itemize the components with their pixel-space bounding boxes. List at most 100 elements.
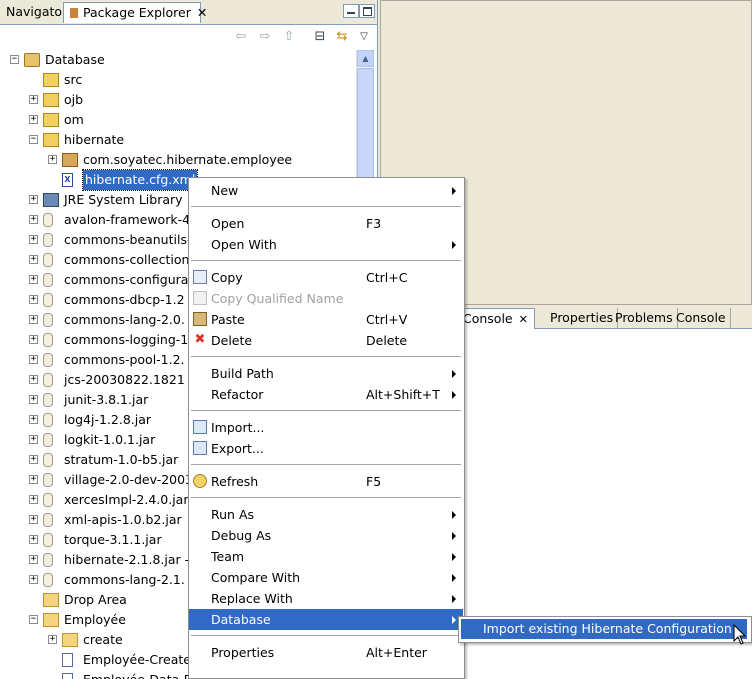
expand-icon[interactable]: + <box>29 95 38 104</box>
tree-item-label: om <box>64 112 84 127</box>
menu-item-run-as[interactable]: Run As <box>189 504 463 525</box>
close-icon[interactable]: ✕ <box>519 313 528 326</box>
menu-item-delete[interactable]: ✖ Delete Delete <box>189 330 463 351</box>
menu-item-properties[interactable]: Properties Alt+Enter <box>189 642 463 663</box>
menu-separator <box>191 497 461 498</box>
tree-item[interactable]: − hibernate <box>0 130 356 150</box>
jar-icon <box>43 273 53 287</box>
expand-icon[interactable]: + <box>29 395 38 404</box>
close-icon[interactable]: ✕ <box>197 3 207 23</box>
link-with-editor-icon[interactable]: ⇆ <box>334 29 350 45</box>
expand-icon[interactable]: + <box>29 315 38 324</box>
collapse-icon[interactable]: − <box>10 55 19 64</box>
submenu-arrow-icon <box>452 370 456 378</box>
menu-item-label: Open <box>211 216 245 231</box>
jar-icon <box>43 233 53 247</box>
menu-item-label: Debug As <box>211 528 272 543</box>
menu-item-paste[interactable]: Paste Ctrl+V <box>189 309 463 330</box>
tree-item-label: commons-dbcp-1.2 <box>64 292 185 307</box>
tree-item-label: src <box>64 72 83 87</box>
expand-icon[interactable]: + <box>29 555 38 564</box>
menu-item-open-with[interactable]: Open With <box>189 234 463 255</box>
collapse-all-icon[interactable]: ⊟ <box>312 29 328 45</box>
expand-icon[interactable]: + <box>29 435 38 444</box>
maximize-icon[interactable] <box>359 4 375 18</box>
expand-icon[interactable]: + <box>29 255 38 264</box>
import-hibernate-config-item[interactable]: Import existing Hibernate Configuration <box>461 619 747 639</box>
expand-icon[interactable]: + <box>29 195 38 204</box>
expand-icon[interactable]: + <box>29 215 38 224</box>
up-icon[interactable]: ⇧ <box>281 29 297 45</box>
menu-item-label: Team <box>211 549 245 564</box>
menu-item-label: Database <box>211 612 271 627</box>
menu-item-export[interactable]: Export... <box>189 438 463 459</box>
menu-item-accelerator: F5 <box>366 474 382 489</box>
collapse-icon[interactable]: − <box>29 615 38 624</box>
tab-problems[interactable]: Problems <box>611 308 678 328</box>
expand-icon[interactable]: + <box>29 515 38 524</box>
expand-icon[interactable]: + <box>29 275 38 284</box>
tree-item-label: Database <box>45 52 105 67</box>
jar-icon <box>43 433 53 447</box>
tree-item[interactable]: + ojb <box>0 90 356 110</box>
folder-icon <box>43 593 59 607</box>
expand-icon[interactable]: + <box>29 355 38 364</box>
expand-icon[interactable]: + <box>29 415 38 424</box>
expand-icon[interactable]: + <box>29 335 38 344</box>
forward-icon[interactable]: ⇨ <box>257 29 273 45</box>
menu-item-team[interactable]: Team <box>189 546 463 567</box>
expand-icon[interactable]: + <box>29 575 38 584</box>
minimize-icon[interactable] <box>343 4 359 18</box>
menu-item-label: Paste <box>211 312 245 327</box>
collapse-icon[interactable]: − <box>29 135 38 144</box>
menu-separator <box>191 464 461 465</box>
import-hibernate-config-label: Import existing Hibernate Configuration <box>483 621 732 636</box>
folder-icon <box>62 633 78 647</box>
menu-item-accelerator: Delete <box>366 333 408 348</box>
menu-item-copy[interactable]: Copy Ctrl+C <box>189 267 463 288</box>
tab-console-active[interactable]: Console ✕ <box>456 308 535 329</box>
menu-item-database[interactable]: Database <box>189 609 463 630</box>
tab-console[interactable]: Console <box>672 308 731 328</box>
tree-item-label: log4j-1.2.8.jar <box>64 412 152 427</box>
expand-icon[interactable]: + <box>29 235 38 244</box>
expand-icon[interactable]: + <box>29 375 38 384</box>
menu-item-refresh[interactable]: Refresh F5 <box>189 471 463 492</box>
tree-item-label: hibernate.cfg.xml <box>81 169 199 191</box>
menu-item-label: Import... <box>211 420 265 435</box>
view-toolbar: ⇦ ⇨ ⇧ ⊟ ⇆ ▽ <box>0 25 377 49</box>
menu-item-new[interactable]: New <box>189 180 463 201</box>
menu-item-compare-with[interactable]: Compare With <box>189 567 463 588</box>
back-icon[interactable]: ⇦ <box>233 29 249 45</box>
tab-properties-label: Properties <box>550 310 614 325</box>
tab-package-explorer[interactable]: Package Explorer ✕ <box>63 2 207 23</box>
tree-item[interactable]: − Database <box>0 50 356 70</box>
expand-icon[interactable]: + <box>29 115 38 124</box>
tree-item[interactable]: src <box>0 70 356 90</box>
expand-icon[interactable]: + <box>48 155 57 164</box>
view-menu-icon[interactable]: ▽ <box>356 29 372 45</box>
menu-item-replace-with[interactable]: Replace With <box>189 588 463 609</box>
expand-icon[interactable]: + <box>48 635 57 644</box>
expand-icon[interactable]: + <box>29 495 38 504</box>
expand-icon[interactable]: + <box>29 295 38 304</box>
tree-item-label: commons-beanutils- <box>64 232 192 247</box>
menu-item-build-path[interactable]: Build Path <box>189 363 463 384</box>
scroll-up-icon[interactable]: ▲ <box>357 50 374 67</box>
package-icon <box>62 153 78 167</box>
tree-item[interactable]: + com.soyatec.hibernate.employee <box>0 150 356 170</box>
tree-item-label: commons-collection <box>64 252 190 267</box>
expand-icon[interactable]: + <box>29 535 38 544</box>
menu-item-debug-as[interactable]: Debug As <box>189 525 463 546</box>
menu-item-open[interactable]: Open F3 <box>189 213 463 234</box>
tree-item-label: commons-lang-2.0. <box>64 312 185 327</box>
tree-item[interactable]: + om <box>0 110 356 130</box>
tab-properties[interactable]: Properties <box>546 308 619 328</box>
menu-item-accelerator: Ctrl+C <box>366 270 408 285</box>
menu-separator <box>191 260 461 261</box>
expand-icon[interactable]: + <box>29 455 38 464</box>
menu-item-import[interactable]: Import... <box>189 417 463 438</box>
tab-problems-label: Problems <box>615 310 673 325</box>
expand-icon[interactable]: + <box>29 475 38 484</box>
menu-item-refactor[interactable]: Refactor Alt+Shift+T <box>189 384 463 405</box>
